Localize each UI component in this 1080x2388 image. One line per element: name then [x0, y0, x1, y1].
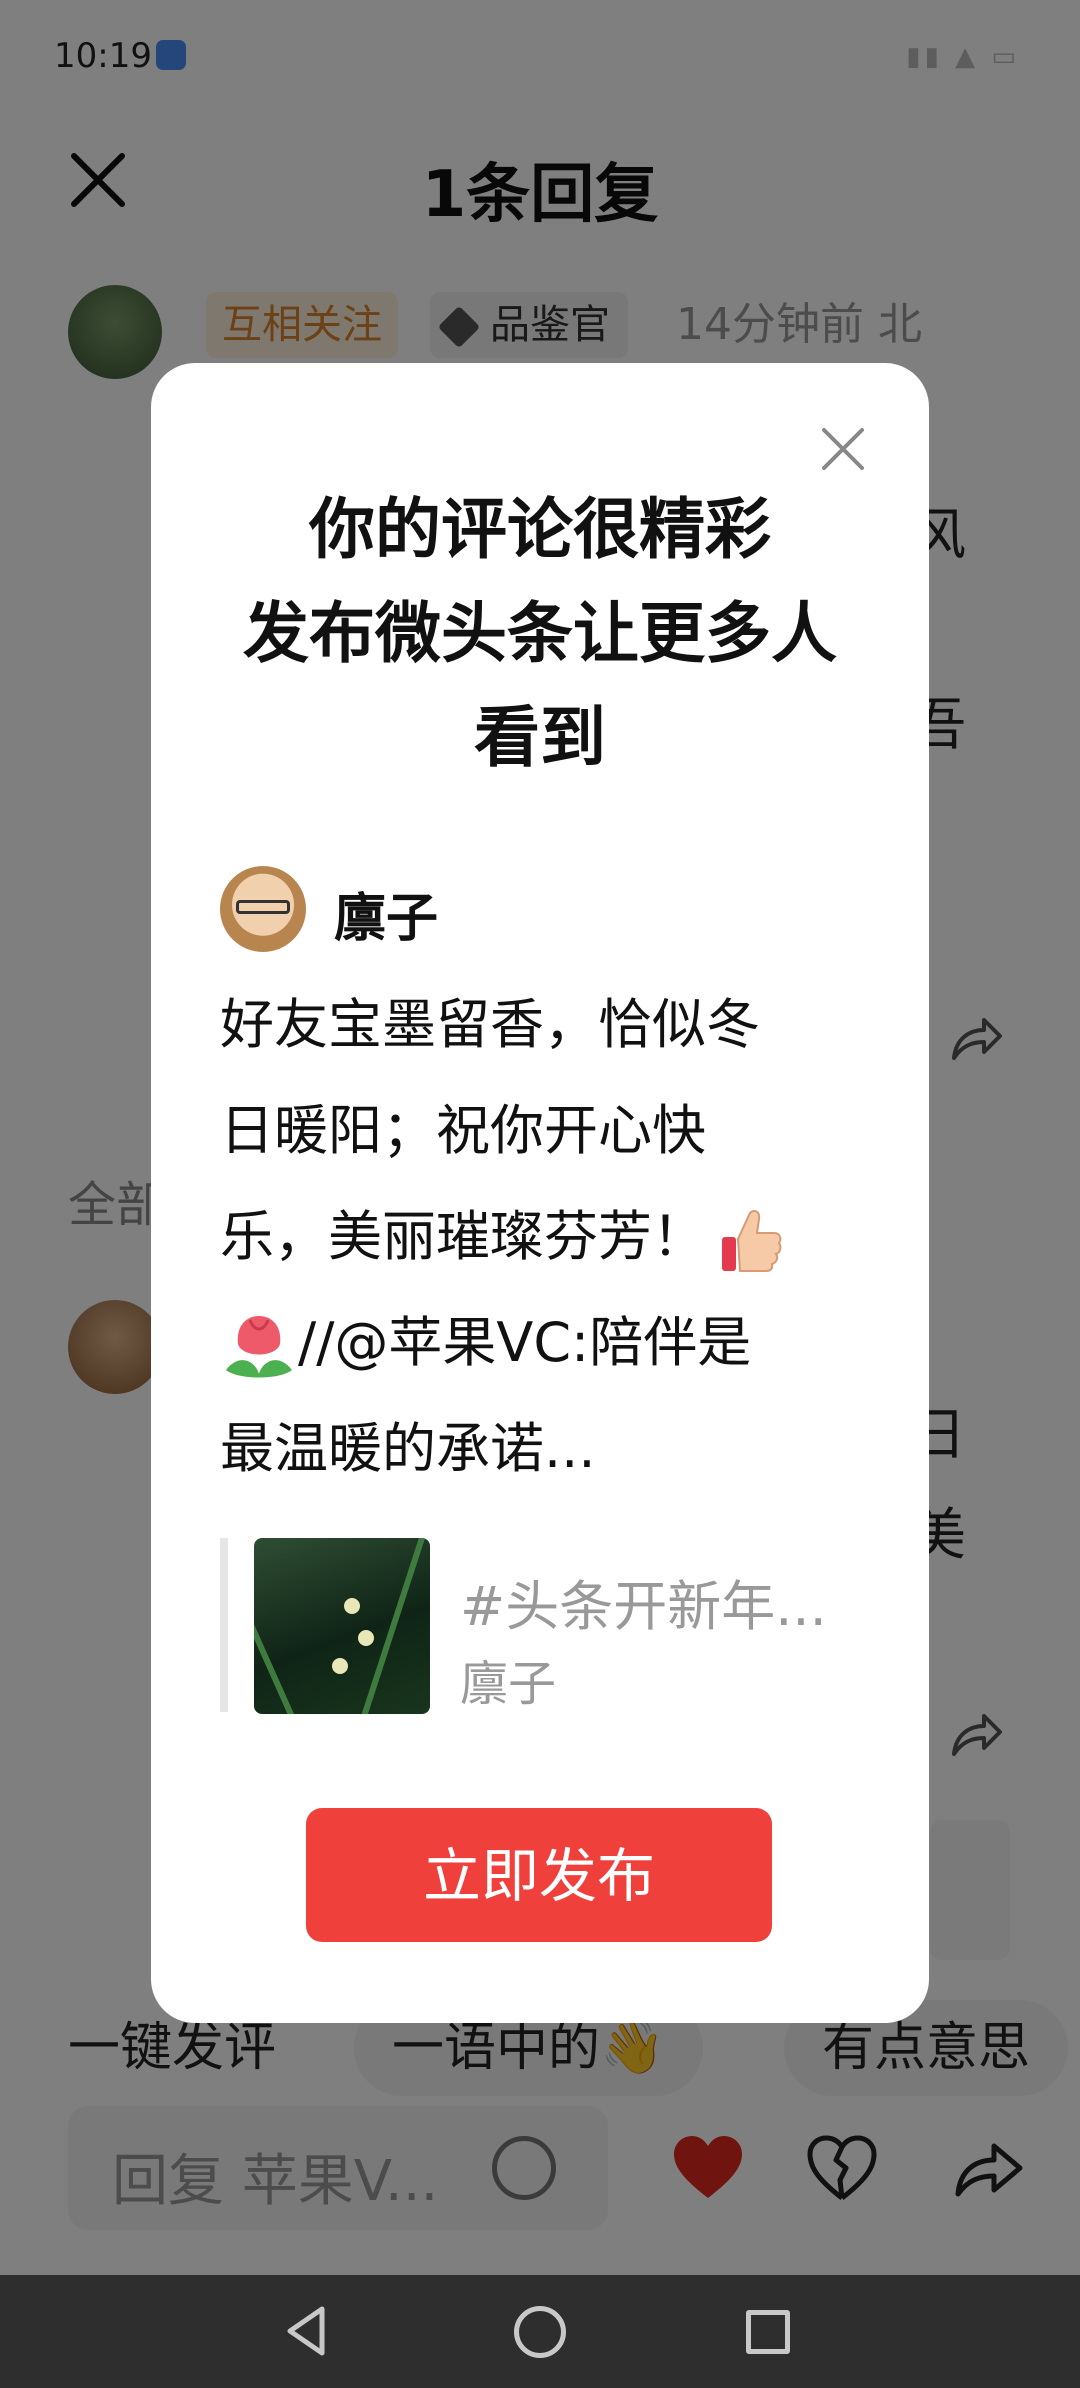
- post-body-line: 日暖阳；祝你开心快: [220, 1099, 706, 1162]
- flower-shape: [332, 1658, 348, 1674]
- modal-title-line: 发布微头条让更多人: [243, 595, 837, 672]
- post-body: 好友宝墨留香，恰似冬 日暖阳；祝你开心快 乐，美丽璀璨芬芳！ //@苹果VC:陪…: [220, 972, 880, 1502]
- quoted-post-title[interactable]: #头条开新年...: [460, 1562, 827, 1641]
- tulip-emoji: [226, 1316, 292, 1378]
- post-body-line: 最温暖的承诺...: [220, 1417, 596, 1480]
- flower-shape: [358, 1630, 374, 1646]
- back-icon[interactable]: [282, 2303, 330, 2359]
- publish-now-button[interactable]: 立即发布: [306, 1808, 772, 1942]
- post-body-line: 乐，美丽璀璨芬芳！: [220, 1205, 706, 1268]
- glasses-icon: [236, 900, 290, 914]
- close-icon[interactable]: [818, 424, 868, 474]
- modal-title: 你的评论很精彩 发布微头条让更多人 看到: [151, 478, 929, 790]
- post-body-line: //@苹果VC:陪伴是: [298, 1311, 752, 1374]
- flower-shape: [344, 1598, 360, 1614]
- modal-title-line: 看到: [474, 699, 606, 776]
- leaf-shape: [354, 1538, 428, 1714]
- post-body-line: 好友宝墨留香，恰似冬: [220, 993, 760, 1056]
- thumbs-up-emoji: [722, 1210, 782, 1273]
- leaf-shape: [254, 1538, 300, 1714]
- home-icon[interactable]: [514, 2306, 566, 2358]
- avatar: [220, 866, 306, 952]
- quoted-post-thumbnail[interactable]: [254, 1538, 430, 1714]
- post-body-line-wrap: //@苹果VC:陪伴是: [220, 1290, 880, 1396]
- recents-icon[interactable]: [746, 2310, 790, 2354]
- quote-divider: [220, 1538, 228, 1712]
- modal-title-line: 你的评论很精彩: [309, 491, 771, 568]
- author-name: 廪子: [334, 889, 439, 949]
- post-body-line-wrap: 乐，美丽璀璨芬芳！: [220, 1184, 880, 1290]
- quoted-post-author: 廪子: [460, 1656, 557, 1712]
